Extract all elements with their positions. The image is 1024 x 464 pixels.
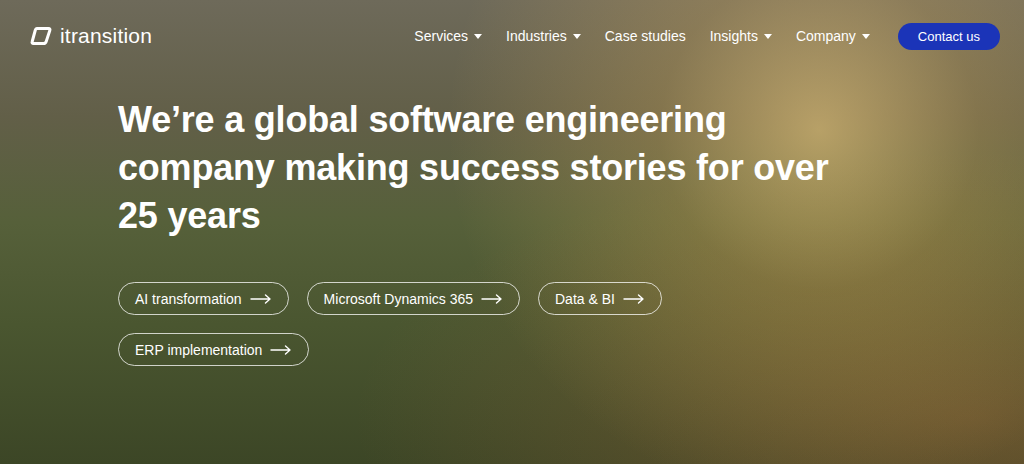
arrow-right-icon	[250, 294, 272, 304]
main-nav: Services Industries Case studies Insight…	[414, 23, 1000, 50]
caret-down-icon	[764, 34, 772, 39]
hero-title: We’re a global software engineering comp…	[118, 96, 838, 240]
nav-item[interactable]: Insights	[710, 28, 772, 44]
arrow-right-icon	[481, 294, 503, 304]
nav-label: Services	[414, 28, 468, 44]
caret-down-icon	[862, 34, 870, 39]
service-link[interactable]: ERP implementation	[118, 333, 309, 366]
hero-photo: itransition Services Industries Case stu…	[0, 0, 1024, 464]
nav-label: Insights	[710, 28, 758, 44]
service-link[interactable]: Data & BI	[538, 282, 662, 315]
arrow-right-icon	[623, 294, 645, 304]
arrow-right-icon	[270, 345, 292, 355]
service-links: AI transformation Microsoft Dynamics 365…	[118, 282, 718, 366]
nav-label: Case studies	[605, 28, 686, 44]
logo[interactable]: itransition	[30, 24, 152, 48]
nav-item[interactable]: Case studies	[605, 28, 686, 44]
nav-label: Company	[796, 28, 856, 44]
nav-item[interactable]: Services	[414, 28, 482, 44]
logo-icon	[30, 26, 52, 46]
contact-button[interactable]: Contact us	[898, 23, 1000, 50]
service-label: AI transformation	[135, 291, 242, 307]
nav-item[interactable]: Industries	[506, 28, 581, 44]
nav-item[interactable]: Company	[796, 28, 870, 44]
service-label: Microsoft Dynamics 365	[324, 291, 473, 307]
service-link[interactable]: Microsoft Dynamics 365	[307, 282, 520, 315]
caret-down-icon	[474, 34, 482, 39]
nav-label: Industries	[506, 28, 567, 44]
site-header: itransition Services Industries Case stu…	[0, 0, 1024, 50]
service-label: Data & BI	[555, 291, 615, 307]
service-label: ERP implementation	[135, 342, 262, 358]
caret-down-icon	[573, 34, 581, 39]
logo-text: itransition	[60, 24, 152, 48]
hero: We’re a global software engineering comp…	[0, 50, 1024, 366]
service-link[interactable]: AI transformation	[118, 282, 289, 315]
